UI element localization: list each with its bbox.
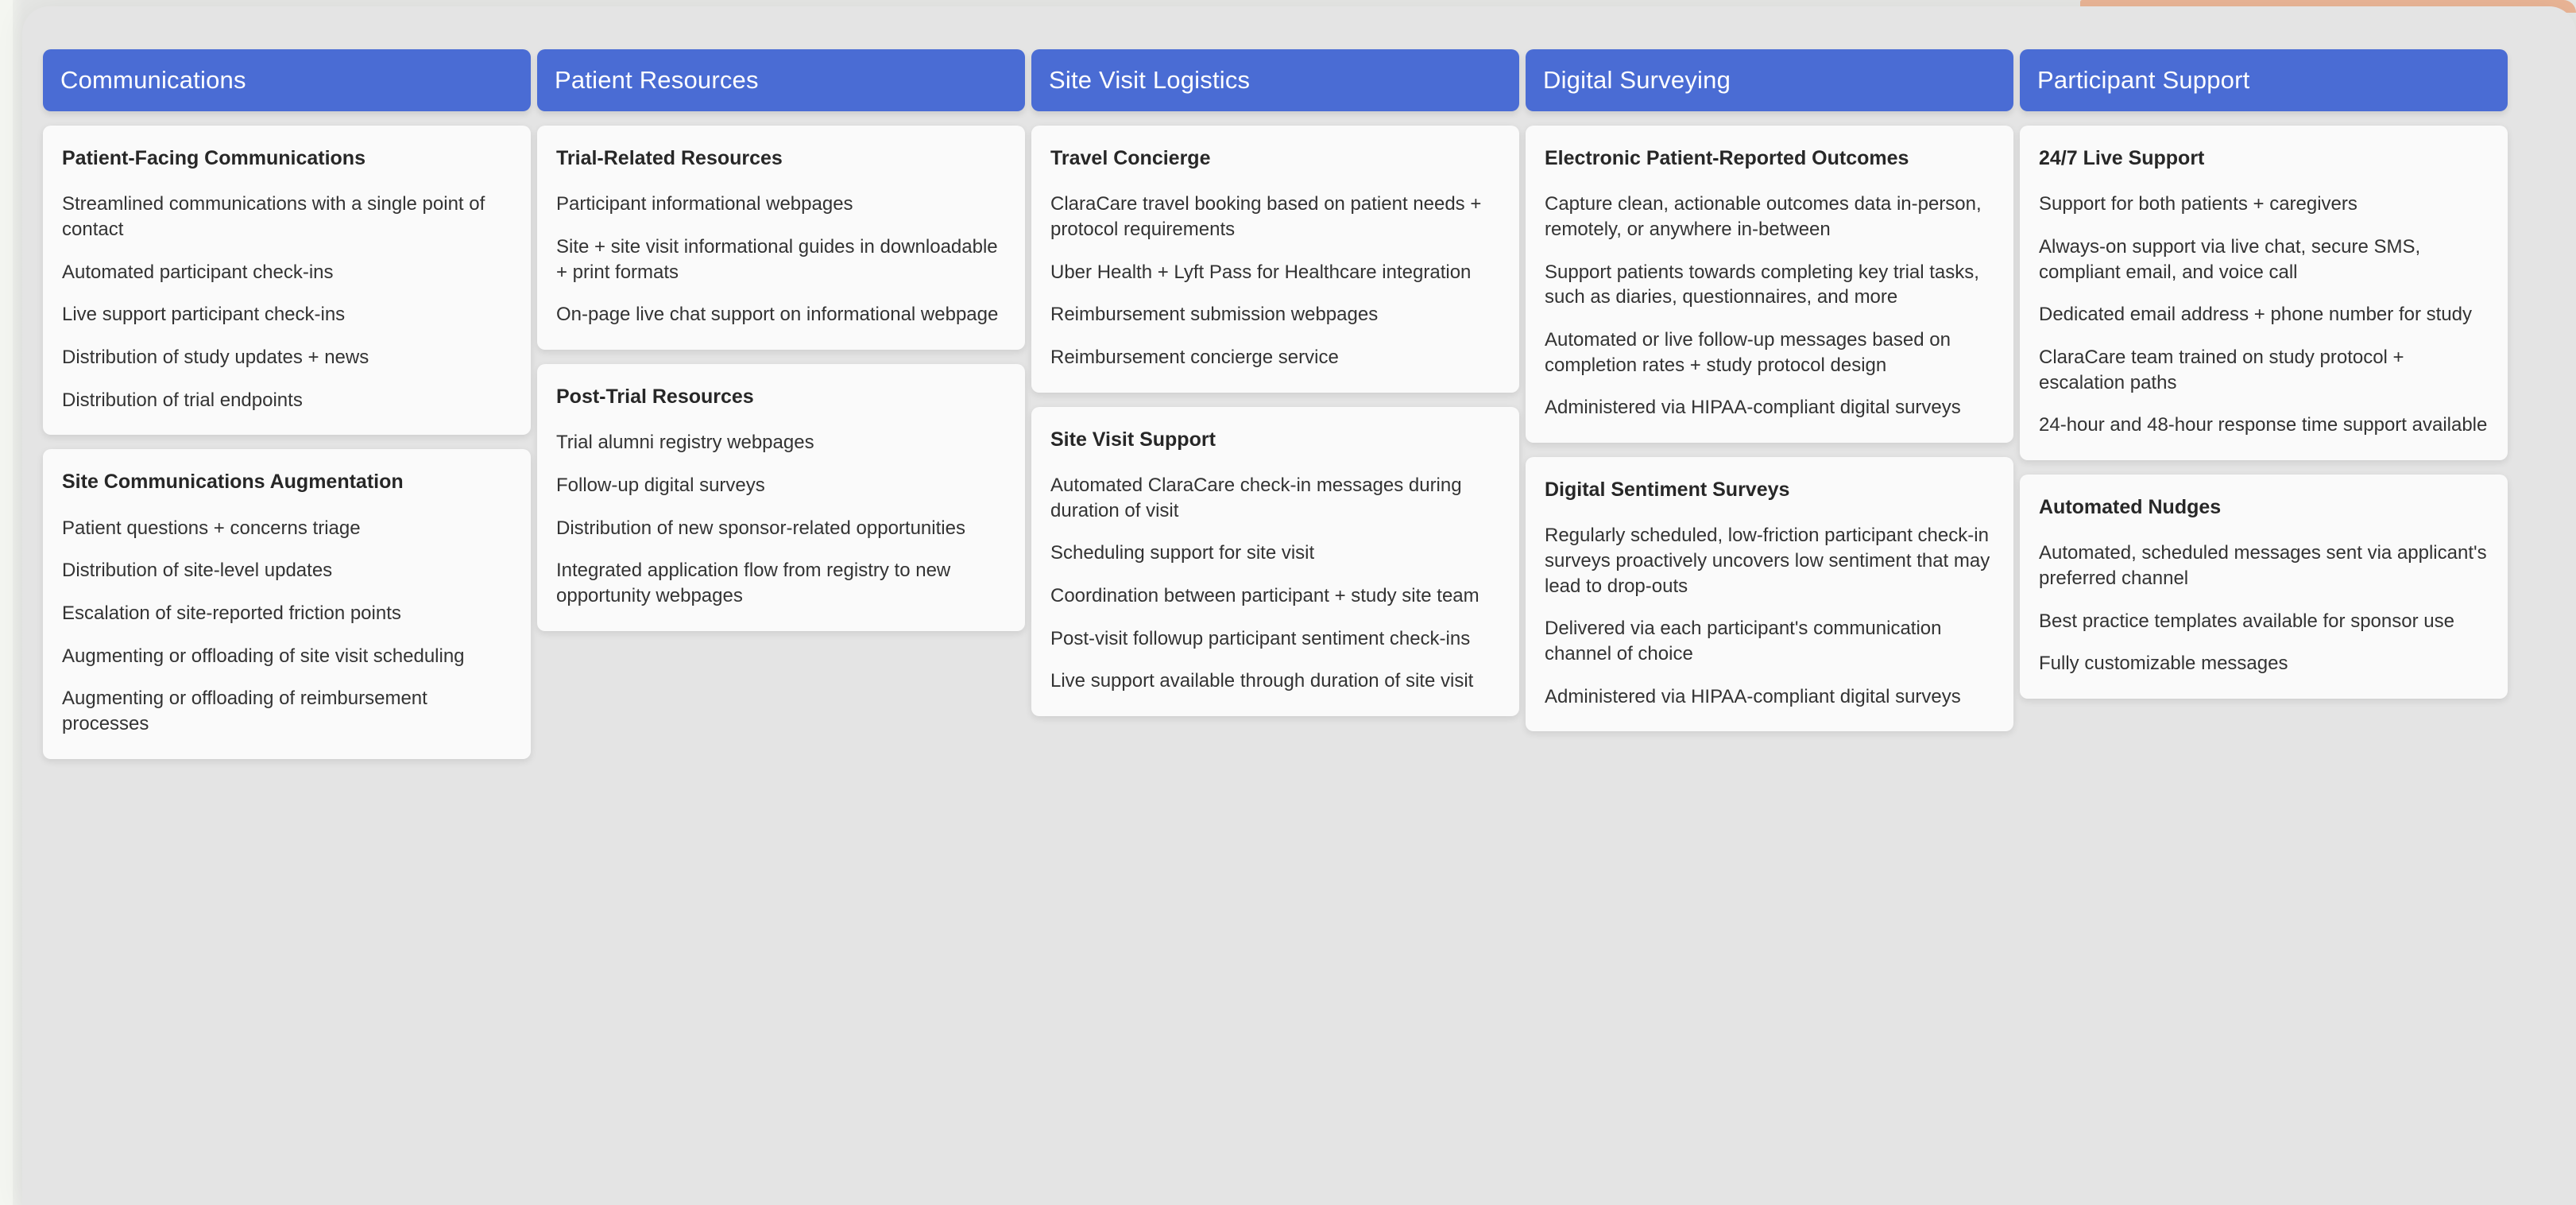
card-item: Live support participant check-ins <box>62 304 346 326</box>
card: Trial-Related Resources Participant infor… <box>537 126 1025 350</box>
column-header-label: Participant Support <box>2037 66 2250 94</box>
card: Post-Trial Resources Trial alumni registr… <box>537 363 1025 631</box>
card-item: Integrated application flow from registr… <box>556 560 951 606</box>
card-item: Automated or live follow-up messages bas… <box>1545 328 1951 376</box>
column-header-label: Communications <box>60 66 246 94</box>
column: Participant Support 24/7 Live Support Supp… <box>2020 49 2508 699</box>
card-item: Capture clean, actionable outcomes data … <box>1545 193 1982 240</box>
card-title: Electronic Patient-Reported Outcomes <box>1545 147 1909 169</box>
card-item: Reimbursement concierge service <box>1050 346 1339 368</box>
card-item: Streamlined communications with a single… <box>62 193 485 240</box>
column-header-2[interactable]: Site Visit Logistics <box>1031 49 1519 111</box>
card: Automated Nudges Automated, scheduled mes… <box>2020 474 2508 699</box>
card-item: Best practice templates available for sp… <box>2039 610 2454 632</box>
column: Site Visit Logistics Travel Concierge Clar… <box>1031 49 1519 716</box>
column-header-3[interactable]: Digital Surveying <box>1526 49 2013 111</box>
card-item: Delivered via each participant's communi… <box>1545 618 1942 664</box>
card: Digital Sentiment Surveys Regularly sched… <box>1526 456 2013 732</box>
column: Digital Surveying Electronic Patient-Repo… <box>1526 49 2013 732</box>
card-title: Site Communications Augmentation <box>62 471 404 494</box>
card: Site Visit Support Automated ClaraCare ch… <box>1031 406 1519 716</box>
card-item: Scheduling support for site visit <box>1050 542 1315 564</box>
card-item: Distribution of site-level updates <box>62 560 333 582</box>
card-item: Participant informational webpages <box>556 193 853 215</box>
card-item: Administered via HIPAA-compliant digital… <box>1545 397 1961 419</box>
card-item: Dedicated email address + phone number f… <box>2039 304 2472 326</box>
card-item: Augmenting or offloading of site visit s… <box>62 645 465 667</box>
card-title: Site Visit Support <box>1050 428 1216 451</box>
card-title: 24/7 Live Support <box>2039 147 2205 169</box>
card-item: Distribution of trial endpoints <box>62 389 303 411</box>
column-header-label: Site Visit Logistics <box>1049 66 1251 94</box>
card-item: Administered via HIPAA-compliant digital… <box>1545 685 1961 707</box>
card-item: Post-visit followup participant sentimen… <box>1050 627 1471 649</box>
card-title: Digital Sentiment Surveys <box>1545 478 1790 501</box>
column-header-0[interactable]: Communications <box>43 49 531 111</box>
card-item: Distribution of new sponsor-related oppo… <box>556 517 965 539</box>
column-header-4[interactable]: Participant Support <box>2020 49 2508 111</box>
card-title: Trial-Related Resources <box>556 147 783 169</box>
card-item: Site + site visit informational guides i… <box>556 235 998 283</box>
card-title: Travel Concierge <box>1050 147 1211 169</box>
card-item: Uber Health + Lyft Pass for Healthcare i… <box>1050 261 1472 283</box>
column: Patient Resources Trial-Related Resources… <box>537 49 1025 631</box>
card-title: Automated Nudges <box>2039 495 2222 518</box>
card-item: Escalation of site-reported friction poi… <box>62 602 401 624</box>
card-item: Support for both patients + caregivers <box>2039 193 2357 215</box>
card: Electronic Patient-Reported Outcomes Capt… <box>1526 126 2013 443</box>
card-title: Post-Trial Resources <box>556 385 754 408</box>
card-item: Distribution of study updates + news <box>62 346 369 368</box>
column-header-label: Digital Surveying <box>1543 66 1731 94</box>
card-item: Regularly scheduled, low-friction partic… <box>1545 525 1990 597</box>
page-root: Communications Patient-Facing Communicati… <box>0 0 2576 1205</box>
column: Communications Patient-Facing Communicati… <box>43 49 531 759</box>
card: 24/7 Live Support Support for both patien… <box>2020 126 2508 460</box>
card-item: Automated participant check-ins <box>62 261 334 283</box>
card-item: Coordination between participant + study… <box>1050 584 1479 606</box>
card-item: Automated, scheduled messages sent via a… <box>2039 542 2487 589</box>
column-header-1[interactable]: Patient Resources <box>537 49 1025 111</box>
card: Travel Concierge ClaraCare travel booking… <box>1031 126 1519 393</box>
card-item: On-page live chat support on information… <box>556 304 999 326</box>
card: Patient-Facing Communications Streamlined… <box>43 126 531 436</box>
card-item: Fully customizable messages <box>2039 653 2288 675</box>
card-item: Augmenting or offloading of reimbursemen… <box>62 688 427 734</box>
card-item: Live support available through duration … <box>1050 670 1474 692</box>
board-panel: Communications Patient-Facing Communicati… <box>22 6 2576 1205</box>
card-item: 24-hour and 48-hour response time suppor… <box>2039 414 2488 436</box>
card-item: ClaraCare travel booking based on patien… <box>1050 193 1482 240</box>
card: Site Communications Augmentation Patient … <box>43 449 531 759</box>
card-item: Always-on support via live chat, secure … <box>2039 235 2421 283</box>
columns-container: Communications Patient-Facing Communicati… <box>43 49 2562 759</box>
card-item: Automated ClaraCare check-in messages du… <box>1050 474 1462 521</box>
card-title: Patient-Facing Communications <box>62 147 366 169</box>
card-item: ClaraCare team trained on study protocol… <box>2039 346 2404 393</box>
column-header-label: Patient Resources <box>555 66 759 94</box>
card-item: Trial alumni registry webpages <box>556 432 814 454</box>
card-item: Patient questions + concerns triage <box>62 517 361 539</box>
card-item: Follow-up digital surveys <box>556 474 765 496</box>
card-item: Reimbursement submission webpages <box>1050 304 1379 326</box>
card-item: Support patients towards completing key … <box>1545 261 1979 308</box>
